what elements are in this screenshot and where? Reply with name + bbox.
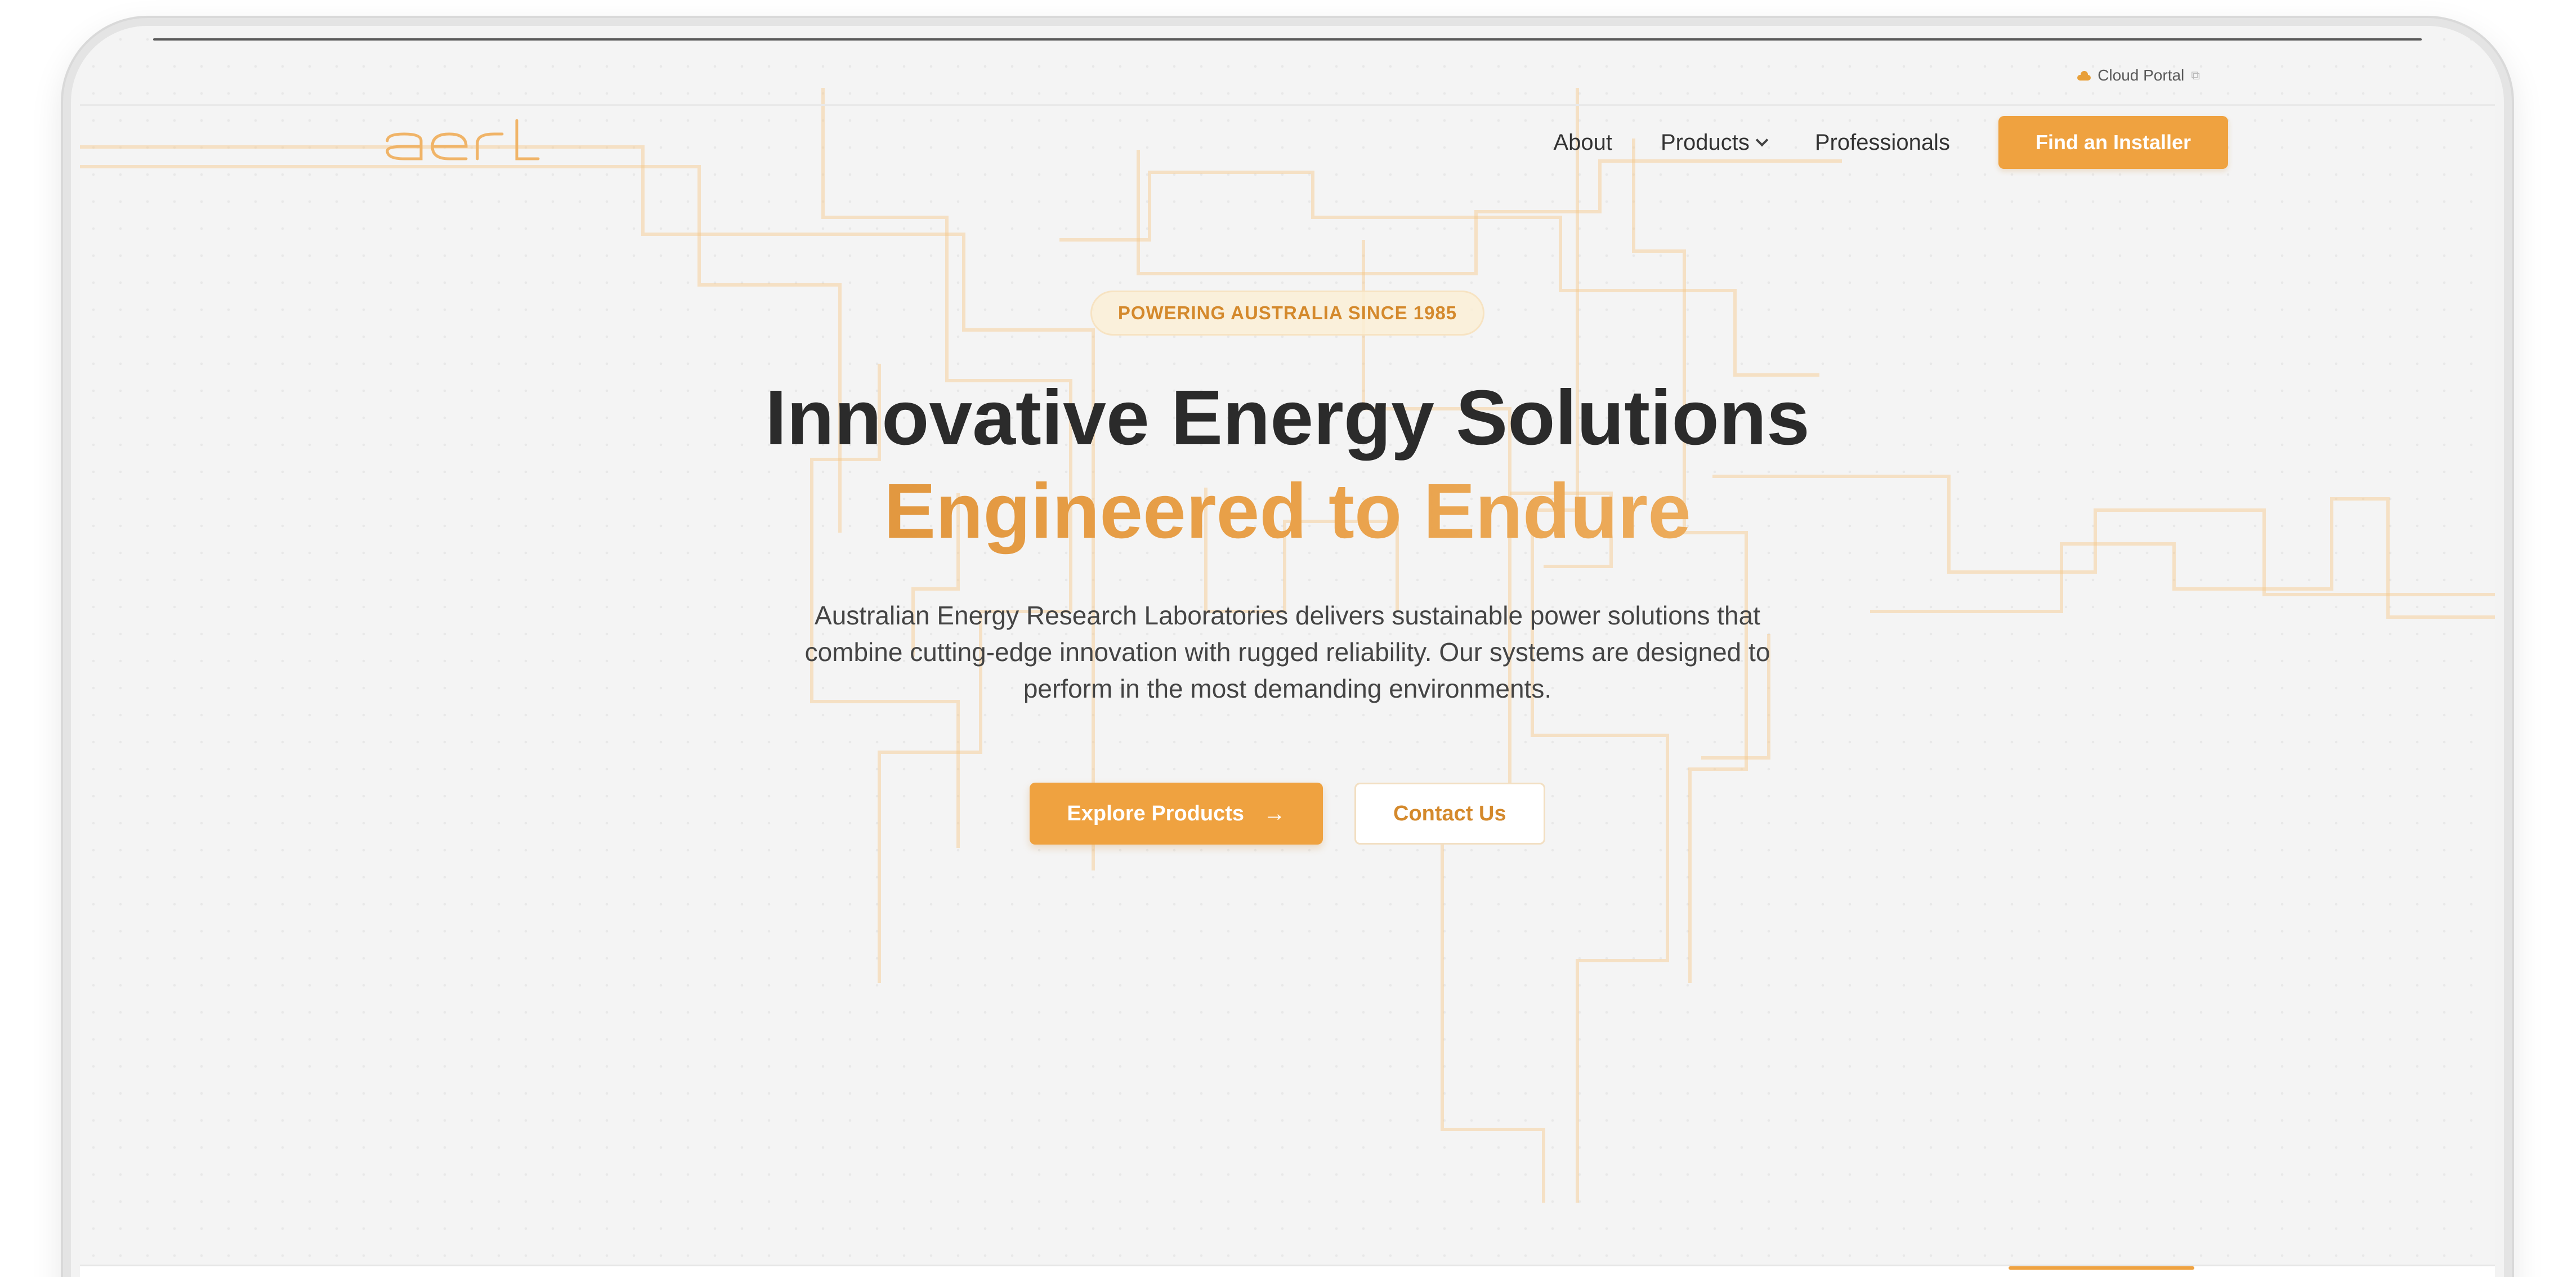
hero-title: Innovative Energy Solutions [765, 374, 1810, 461]
explore-products-button[interactable]: Explore Products → [1030, 783, 1323, 845]
hero-title-highlight: Engineered to Endure [80, 465, 2495, 559]
arrow-right-icon: → [1263, 801, 1286, 826]
aerl-logo[interactable] [384, 118, 542, 164]
cloud-portal-label: Cloud Portal [2098, 66, 2185, 84]
next-section-edge [80, 1265, 2495, 1277]
main-navigation: About Products Professionals Find an Ins… [80, 99, 2495, 184]
find-installer-button[interactable]: Find an Installer [1998, 116, 2228, 169]
nav-about[interactable]: About [1553, 130, 1612, 155]
external-link-icon: ⧉ [2191, 68, 2200, 82]
nav-links: About Products Professionals Find an Ins… [1553, 116, 2228, 169]
chevron-down-icon [1755, 133, 1769, 147]
nav-products-dropdown[interactable]: Products [1660, 130, 1769, 155]
nav-products-label: Products [1660, 130, 1750, 155]
utility-bar: Cloud Portal ⧉ [80, 50, 2495, 106]
aerl-logo-wordmark [386, 119, 540, 160]
nav-professionals[interactable]: Professionals [1815, 130, 1950, 155]
hero-subtitle: Australian Energy Research Laboratories … [804, 601, 1770, 704]
cloud-icon [2076, 70, 2091, 81]
top-divider [153, 38, 2422, 41]
nav-about-label: About [1553, 130, 1612, 155]
hero-badge: POWERING AUSTRALIA SINCE 1985 [1090, 291, 1485, 336]
page-viewport: Cloud Portal ⧉ About Products Profession… [80, 26, 2495, 1277]
contact-us-label: Contact Us [1393, 801, 1506, 825]
hero-badge-wrap: POWERING AUSTRALIA SINCE 1985 [80, 291, 2495, 336]
nav-professionals-label: Professionals [1814, 130, 1950, 155]
hero-actions: Explore Products → Contact Us [80, 783, 2495, 845]
explore-products-label: Explore Products [1067, 801, 1245, 825]
next-section-accent [2009, 1266, 2194, 1270]
find-installer-label: Find an Installer [2035, 131, 2191, 154]
cloud-portal-link[interactable]: Cloud Portal ⧉ [2076, 66, 2200, 84]
browser-frame: Cloud Portal ⧉ About Products Profession… [63, 18, 2512, 1277]
contact-us-button[interactable]: Contact Us [1354, 783, 1545, 845]
hero-section: POWERING AUSTRALIA SINCE 1985 Innovative… [80, 291, 2495, 845]
